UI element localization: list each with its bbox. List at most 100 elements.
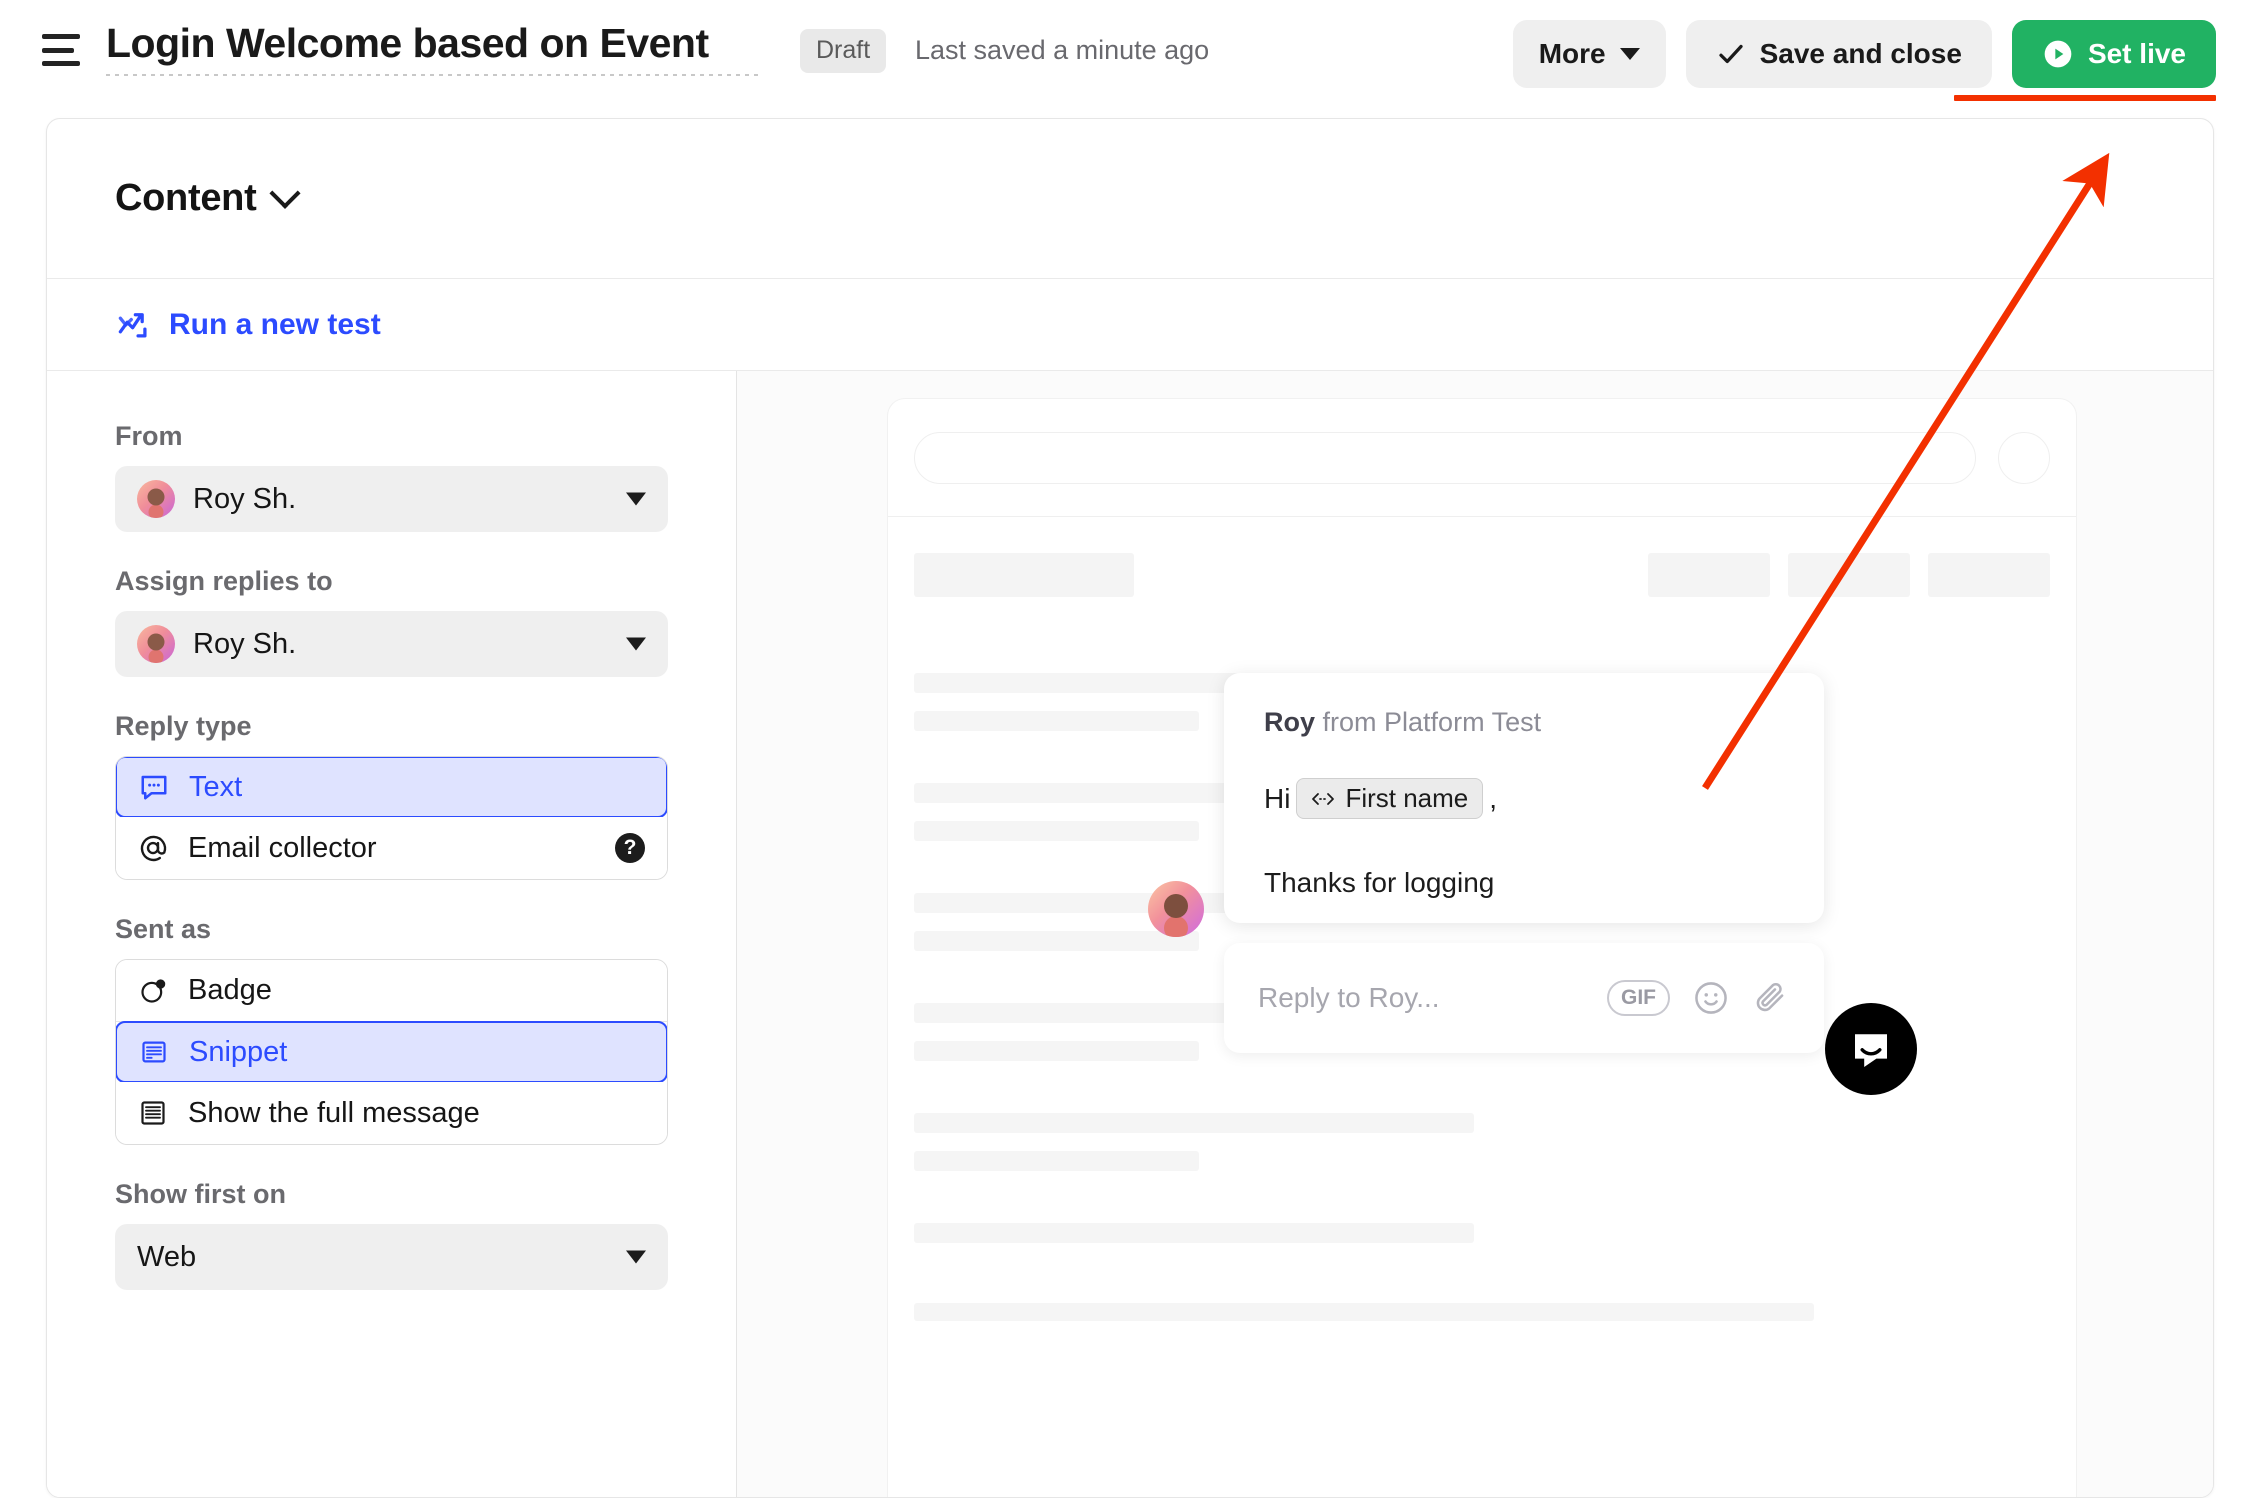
skeleton-line (914, 1113, 1474, 1133)
card-header: Content (47, 119, 2213, 279)
field-show-first-on: Show first on Web (47, 1179, 736, 1290)
show-first-on-label: Show first on (115, 1179, 286, 1209)
sent-as-option-full-message[interactable]: Show the full message (116, 1082, 667, 1144)
show-first-on-select[interactable]: Web (115, 1224, 668, 1290)
sent-as-snippet-label: Snippet (189, 1035, 288, 1068)
merge-field-token[interactable]: First name (1296, 778, 1484, 819)
hamburger-bar (42, 61, 80, 66)
at-sign-icon (138, 833, 168, 863)
from-select-value: Roy Sh. (193, 482, 297, 515)
field-assign-replies-label: Assign replies to (115, 566, 333, 596)
chat-bubble-icon (139, 772, 169, 802)
more-button[interactable]: More (1512, 20, 1666, 88)
title-dotted-underline (106, 74, 760, 76)
from-select[interactable]: Roy Sh. (115, 466, 668, 532)
set-live-label: Set live (2087, 38, 2186, 69)
ab-test-icon (118, 312, 147, 338)
avatar (137, 625, 175, 663)
content-section-title[interactable]: Content (115, 177, 257, 220)
avatar (1148, 881, 1204, 937)
skeleton-paragraph (914, 1223, 2050, 1243)
sent-as-label: Sent as (115, 914, 212, 944)
composer-icon-group: GIF (1607, 979, 1790, 1017)
sent-as-options: Badge Snippet Show the full message (115, 959, 668, 1145)
preview-logo-placeholder (914, 553, 1134, 597)
reply-input-placeholder[interactable]: Reply to Roy... (1258, 982, 1607, 1014)
content-card: Content Run a new test From Roy Sh. Assi… (46, 118, 2214, 1498)
skeleton-line (914, 1223, 1474, 1243)
gif-icon[interactable]: GIF (1607, 980, 1670, 1016)
help-icon[interactable]: ? (615, 833, 645, 863)
sent-as-option-snippet[interactable]: Snippet (116, 1021, 667, 1083)
chevron-down-icon (1619, 48, 1640, 60)
last-saved-text: Last saved a minute ago (915, 35, 1210, 65)
skeleton-line (914, 711, 1199, 731)
preview-nav-item-placeholder (1648, 553, 1770, 597)
assign-replies-select[interactable]: Roy Sh. (115, 611, 668, 677)
app-top-bar: Login Welcome based on Event Draft Last … (0, 0, 2246, 108)
play-circle-icon (2044, 40, 2072, 68)
page-title-wrap: Login Welcome based on Event (106, 18, 760, 76)
preview-url-bar-placeholder (914, 431, 1976, 484)
header-actions: More Save and close Set live (1512, 20, 2216, 88)
skeleton-line (914, 821, 1199, 841)
preview-reply-composer[interactable]: Reply to Roy... GIF (1224, 943, 1824, 1053)
reply-type-email-label: Email collector (188, 831, 377, 864)
page-title[interactable]: Login Welcome based on Event (106, 18, 760, 68)
avatar (137, 480, 175, 518)
skeleton-footer-line (914, 1303, 1814, 1321)
message-preview-panel: Roy from Platform Test Hi First name , T… (737, 371, 2213, 1497)
message-sender-name: Roy (1264, 707, 1316, 737)
preview-message-card: Roy from Platform Test Hi First name , T… (1224, 673, 1824, 923)
save-and-close-label: Save and close (1759, 38, 1962, 69)
save-and-close-button[interactable]: Save and close (1685, 20, 1992, 88)
message-greeting-line: Hi First name , (1264, 778, 1784, 819)
preview-nav-item-placeholder (1788, 553, 1910, 597)
intercom-messenger-launcher[interactable] (1825, 1003, 1917, 1095)
paperclip-icon[interactable] (1752, 979, 1790, 1017)
run-new-test-label: Run a new test (169, 307, 381, 341)
chevron-down-icon[interactable] (269, 177, 301, 209)
hamburger-bar (42, 47, 74, 53)
reply-type-options: Text Email collector ? (115, 756, 668, 880)
snippet-icon (139, 1037, 169, 1067)
reply-type-option-email-collector[interactable]: Email collector ? (116, 817, 667, 879)
message-body: Thanks for logging (1264, 867, 1495, 898)
field-assign-replies-to: Assign replies to Roy Sh. (47, 566, 736, 677)
assign-replies-value: Roy Sh. (193, 627, 297, 660)
skeleton-line (914, 931, 1199, 951)
merge-field-token-label: First name (1345, 783, 1469, 813)
preview-site-nav (888, 517, 2076, 633)
chevron-down-icon (626, 1250, 646, 1264)
card-body: From Roy Sh. Assign replies to Roy Sh. R (47, 371, 2213, 1497)
message-greeting: Hi (1264, 782, 1291, 814)
preview-avatar-placeholder (1998, 431, 2050, 484)
skeleton-line (914, 1151, 1199, 1171)
annotation-underline (1954, 95, 2216, 101)
message-sender-suffix: from Platform Test (1322, 707, 1542, 737)
smiley-icon[interactable] (1692, 979, 1730, 1017)
message-comma: , (1489, 782, 1498, 814)
preview-browser-topbar (888, 399, 2076, 517)
more-button-label: More (1538, 38, 1606, 69)
settings-sidebar: From Roy Sh. Assign replies to Roy Sh. R (47, 371, 737, 1497)
chevron-down-icon (626, 637, 646, 651)
field-reply-type: Reply type Text Email collector ? (47, 711, 736, 880)
sent-as-full-message-label: Show the full message (188, 1096, 480, 1129)
set-live-button[interactable]: Set live (2011, 20, 2216, 88)
sent-as-option-badge[interactable]: Badge (116, 960, 667, 1022)
message-sender-line: Roy from Platform Test (1264, 707, 1784, 738)
show-first-on-value: Web (137, 1240, 197, 1273)
sent-as-badge-label: Badge (188, 974, 272, 1006)
intercom-messenger-icon (1855, 1034, 1887, 1067)
run-new-test-row[interactable]: Run a new test (47, 279, 2213, 371)
reply-type-option-text[interactable]: Text (116, 757, 667, 818)
chevron-down-icon (626, 492, 646, 506)
skeleton-paragraph (914, 1113, 2050, 1171)
check-icon (1718, 44, 1743, 64)
field-sent-as: Sent as Badge Snippet Show the full mess… (47, 914, 736, 1145)
skeleton-line (914, 1041, 1199, 1061)
hamburger-menu-icon[interactable] (42, 34, 80, 66)
badge-circle-icon (138, 976, 168, 1006)
status-badge: Draft (800, 29, 887, 73)
